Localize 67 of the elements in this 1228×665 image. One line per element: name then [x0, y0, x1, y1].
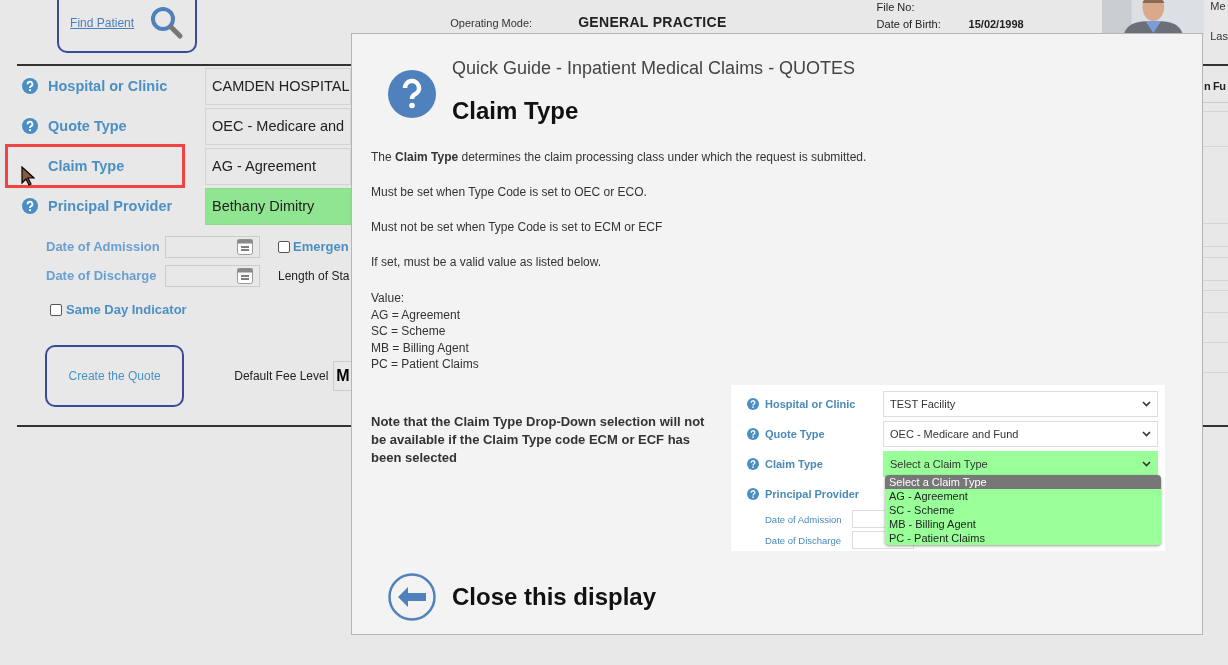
- checkbox[interactable]: [50, 303, 62, 316]
- find-patient-link[interactable]: Find Patient: [70, 16, 135, 30]
- length-of-stay-label: Length of Sta: [278, 268, 350, 283]
- search-icon[interactable]: [150, 6, 185, 40]
- dropdown-option[interactable]: SC - Scheme: [885, 502, 1161, 517]
- help-icon[interactable]: [22, 118, 38, 134]
- guide-title: Quick Guide - Inpatient Medical Claims - QUOTES: [452, 58, 856, 79]
- dob-value: 15/02/1998: [968, 18, 1025, 30]
- help-icon[interactable]: [22, 198, 38, 214]
- select-field[interactable]: Bethany Dimitry: [205, 187, 351, 225]
- help-icon[interactable]: [22, 78, 38, 94]
- dropdown-option[interactable]: AG - Agreement: [885, 488, 1161, 503]
- value-line: Value:: [371, 290, 406, 307]
- operating-mode-label: Operating Mode:: [450, 17, 533, 29]
- dob-label: Date of Birth:: [876, 18, 942, 30]
- select-field[interactable]: OEC - Medicare and: [205, 107, 351, 145]
- guide-paragraph: Must not be set when Type Code is set to ECM or ECF: [371, 220, 664, 234]
- date-field[interactable]: [165, 235, 260, 258]
- field-label: Principal Provider: [765, 487, 860, 500]
- value-line: AG = Agreement: [371, 306, 462, 323]
- help-icon[interactable]: [747, 457, 759, 470]
- side-label: Las: [1210, 30, 1228, 42]
- date-field[interactable]: [165, 264, 260, 287]
- checkbox[interactable]: [278, 240, 290, 253]
- help-icon[interactable]: [747, 397, 759, 410]
- operating-mode-value: GENERAL PRACTICE: [578, 14, 727, 30]
- mouse-cursor-icon: [21, 166, 35, 186]
- calendar-icon[interactable]: [237, 267, 253, 284]
- select-field[interactable]: TEST Facility: [883, 390, 1158, 417]
- value-line: MB = Billing Agent: [371, 339, 470, 356]
- value-line: PC = Patient Claims: [371, 356, 480, 373]
- side-label: Me: [1210, 0, 1227, 12]
- date-label: Date of Discharge: [46, 268, 158, 283]
- field-label: Hospital or Clinic: [48, 78, 168, 94]
- dropdown-option[interactable]: MB - Billing Agent: [885, 516, 1161, 531]
- help-icon[interactable]: [747, 427, 759, 440]
- guide-note: Note that the Claim Type Drop-Down selection will not be available if the Claim Type code ECM or ECF has been selected: [371, 412, 706, 467]
- guide-paragraph: Must be set when Type Code is set to OEC or ECO.: [371, 185, 648, 199]
- field-label: Claim Type: [765, 457, 823, 470]
- checkbox-label: Emergen: [293, 239, 349, 254]
- chevron-icon: [1142, 460, 1151, 467]
- select-field[interactable]: OEC - Medicare and Fund: [883, 420, 1158, 447]
- field-label: Claim Type: [48, 158, 125, 174]
- field-label: Quote Type: [48, 118, 127, 134]
- help-icon[interactable]: [747, 487, 759, 500]
- guide-paragraph: If set, must be a valid value as listed below.: [371, 255, 603, 269]
- help-icon: [388, 70, 436, 118]
- date-label: Date of Admission: [765, 513, 843, 525]
- dropdown-option[interactable]: PC - Patient Claims: [885, 530, 1161, 545]
- checkbox-label: Same Day Indicator: [66, 302, 187, 317]
- field-label: Principal Provider: [48, 198, 173, 214]
- field-label: Hospital or Clinic: [765, 397, 856, 410]
- close-button[interactable]: Close this display: [388, 572, 657, 621]
- chevron-icon: [1142, 430, 1151, 437]
- value-line: SC = Scheme: [371, 323, 447, 340]
- chevron-icon: [1142, 400, 1151, 407]
- date-label: Date of Admission: [46, 239, 161, 254]
- field-label: Quote Type: [765, 427, 825, 440]
- select-field[interactable]: Select a Claim Type: [883, 450, 1158, 477]
- date-label: Date of Discharge: [765, 534, 843, 546]
- guide-heading: Claim Type: [452, 97, 580, 125]
- guide-paragraph: The Claim Type determines the claim processing class under which the request is submitted.: [371, 150, 868, 164]
- fee-level-label: Default Fee Level: [234, 369, 329, 383]
- file-no-label: File No:: [876, 1, 916, 13]
- select-field[interactable]: CAMDEN HOSPITAL: [205, 67, 351, 105]
- calendar-icon[interactable]: [237, 238, 253, 255]
- select-field[interactable]: AG - Agreement: [205, 147, 351, 185]
